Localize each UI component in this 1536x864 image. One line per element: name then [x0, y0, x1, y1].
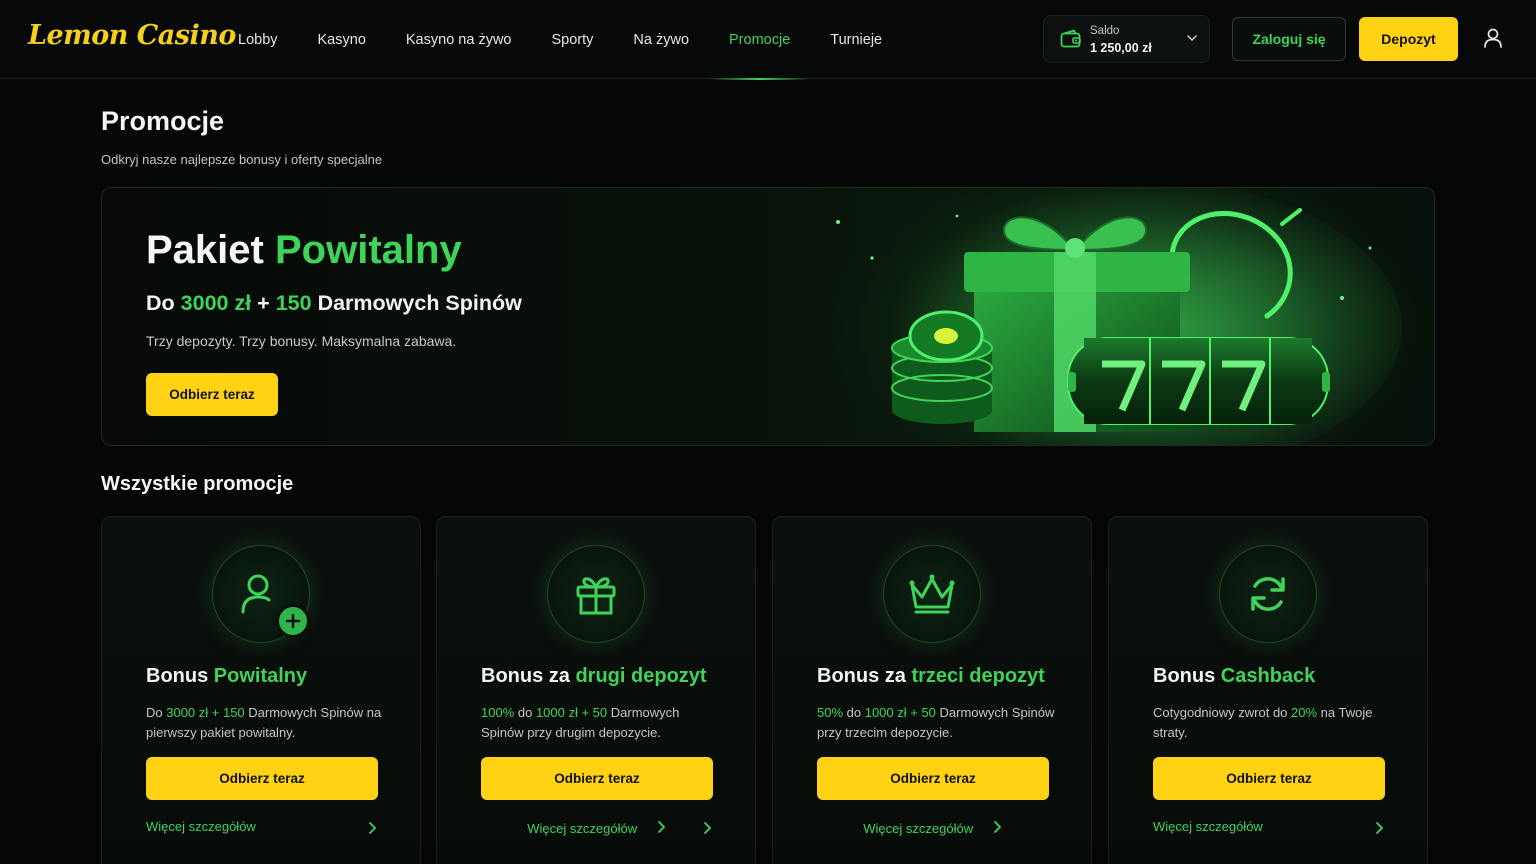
nav-turnieje[interactable]: Turnieje — [810, 0, 902, 79]
page-title: Promocje — [101, 106, 225, 136]
chevron-right-icon — [1376, 822, 1384, 834]
card-icon-circle — [212, 545, 310, 643]
hero-description: Trzy depozyty. Trzy bonusy. Maksymalna z… — [146, 333, 457, 349]
card-title: Bonus za trzeci depozyt — [817, 665, 1045, 688]
desc-part: do — [514, 705, 536, 720]
top-header: Lemon Casino Lobby Kasyno Kasyno na żywo… — [0, 0, 1536, 80]
slot-777-illustration — [1067, 337, 1330, 425]
promo-card-third-deposit: Bonus za trzeci depozyt 50% do 1000 zł +… — [772, 516, 1092, 864]
nav-lobby[interactable]: Lobby — [218, 0, 298, 79]
chevron-right-icon — [657, 821, 665, 833]
desc-part: Do — [146, 705, 167, 720]
hero-offer-spins: 150 — [275, 291, 312, 315]
desc-part: do — [843, 705, 865, 720]
details-link[interactable]: Więcej szczegółów — [1153, 819, 1385, 839]
promo-card-cashback: Bonus Cashback Cotygodniowy zwrot do 20%… — [1108, 516, 1428, 864]
card-title-green: Cashback — [1220, 665, 1316, 687]
chevron-right-icon — [369, 822, 377, 834]
card-title-white: Bonus — [1153, 665, 1216, 687]
promo-card-welcome: Bonus Powitalny Do 3000 zł + 150 Darmowy… — [101, 516, 421, 864]
desc-highlight: 100% — [481, 705, 515, 720]
wallet-icon — [1060, 29, 1081, 48]
card-icon-circle — [547, 545, 645, 643]
hero-title: Pakiet Powitalny — [146, 228, 462, 273]
hero-title-white: Pakiet — [146, 228, 264, 272]
claim-button[interactable]: Odbierz teraz — [1153, 757, 1385, 800]
card-title-green: Powitalny — [213, 665, 308, 687]
nav-promocje[interactable]: Promocje — [709, 0, 811, 80]
card-title: Bonus Cashback — [1153, 665, 1315, 688]
card-description: Do 3000 zł + 150 Darmowych Spinów na pie… — [146, 703, 386, 743]
hero-offer-suffix: Darmowych Spinów — [317, 291, 522, 315]
deposit-button[interactable]: Depozyt — [1359, 17, 1458, 61]
card-title: Bonus za drugi depozyt — [481, 665, 707, 688]
details-link[interactable]: Więcej szczegółów — [146, 819, 378, 839]
card-description: Cotygodniowy zwrot do 20% na Twoje strat… — [1153, 703, 1393, 743]
desc-highlight: 20% — [1291, 705, 1318, 720]
login-button[interactable]: Zaloguj się — [1232, 17, 1346, 61]
page-subtitle: Odkryj nasze najlepsze bonusy i oferty s… — [101, 152, 383, 167]
card-title-white: Bonus za — [481, 665, 570, 687]
details-link-label: Więcej szczegółów — [863, 821, 974, 836]
balance-label: Saldo — [1090, 25, 1120, 37]
nav-kasyno-na-zywo[interactable]: Kasyno na żywo — [386, 0, 532, 79]
card-title-white: Bonus — [146, 665, 209, 687]
details-link[interactable]: Więcej szczegółów — [817, 819, 1049, 839]
hero-offer: Do 3000 zł + 150 Darmowych Spinów — [146, 291, 522, 316]
hero-title-green: Powitalny — [274, 228, 462, 272]
logo[interactable]: Lemon Casino — [28, 20, 236, 51]
desc-highlight: 3000 zł + 150 — [166, 705, 245, 720]
user-icon[interactable] — [1482, 27, 1504, 49]
card-description: 50% do 1000 zł + 50 Darmowych Spinów prz… — [817, 703, 1057, 743]
desc-part: Cotygodniowy zwrot do — [1153, 705, 1292, 720]
chevron-down-icon — [1187, 35, 1197, 42]
chevron-right-icon — [993, 821, 1001, 833]
desc-highlight: 1000 zł + 50 — [864, 705, 936, 720]
balance-value: 1 250,00 zł — [1090, 41, 1152, 55]
details-link[interactable]: Więcej szczegółów — [481, 819, 713, 839]
hero-offer-amount: 3000 zł — [180, 291, 252, 315]
hero-banner: Pakiet Powitalny Do 3000 zł + 150 Darmow… — [101, 187, 1435, 446]
desc-highlight: 50% — [817, 705, 844, 720]
main-nav: Lobby Kasyno Kasyno na żywo Sporty Na ży… — [218, 0, 902, 80]
claim-button[interactable]: Odbierz teraz — [817, 757, 1049, 800]
chevron-right-icon — [704, 822, 712, 834]
desc-highlight: 1000 zł + 50 — [535, 705, 608, 720]
plus-icon — [276, 604, 310, 638]
card-title-green: drugi depozyt — [575, 665, 707, 687]
nav-kasyno[interactable]: Kasyno — [298, 0, 386, 79]
hero-illustration — [836, 188, 1402, 445]
balance-dropdown[interactable]: Saldo 1 250,00 zł — [1043, 15, 1210, 63]
nav-na-zywo[interactable]: Na żywo — [613, 0, 709, 79]
hero-claim-button[interactable]: Odbierz teraz — [146, 373, 278, 416]
card-title-white: Bonus za — [817, 665, 906, 687]
card-title-green: trzeci depozyt — [911, 665, 1045, 687]
promo-card-second-deposit: Bonus za drugi depozyt 100% do 1000 zł +… — [436, 516, 756, 864]
details-link-label: Więcej szczegółów — [1153, 819, 1263, 834]
gift-icon — [576, 577, 616, 615]
claim-button[interactable]: Odbierz teraz — [146, 757, 378, 800]
crown-icon — [909, 574, 955, 614]
card-title: Bonus Powitalny — [146, 665, 307, 688]
hero-offer-prefix: Do — [146, 291, 175, 315]
claim-button[interactable]: Odbierz teraz — [481, 757, 713, 800]
card-description: 100% do 1000 zł + 50 Darmowych Spinów pr… — [481, 703, 721, 743]
refresh-icon — [1251, 577, 1285, 611]
details-link-label: Więcej szczegółów — [527, 821, 638, 836]
hero-offer-plus: + — [257, 291, 270, 315]
card-icon-circle — [883, 545, 981, 643]
nav-sporty[interactable]: Sporty — [531, 0, 613, 79]
details-link-label: Więcej szczegółów — [146, 819, 256, 834]
card-icon-circle — [1219, 545, 1317, 643]
section-title: Wszystkie promocje — [101, 473, 294, 495]
